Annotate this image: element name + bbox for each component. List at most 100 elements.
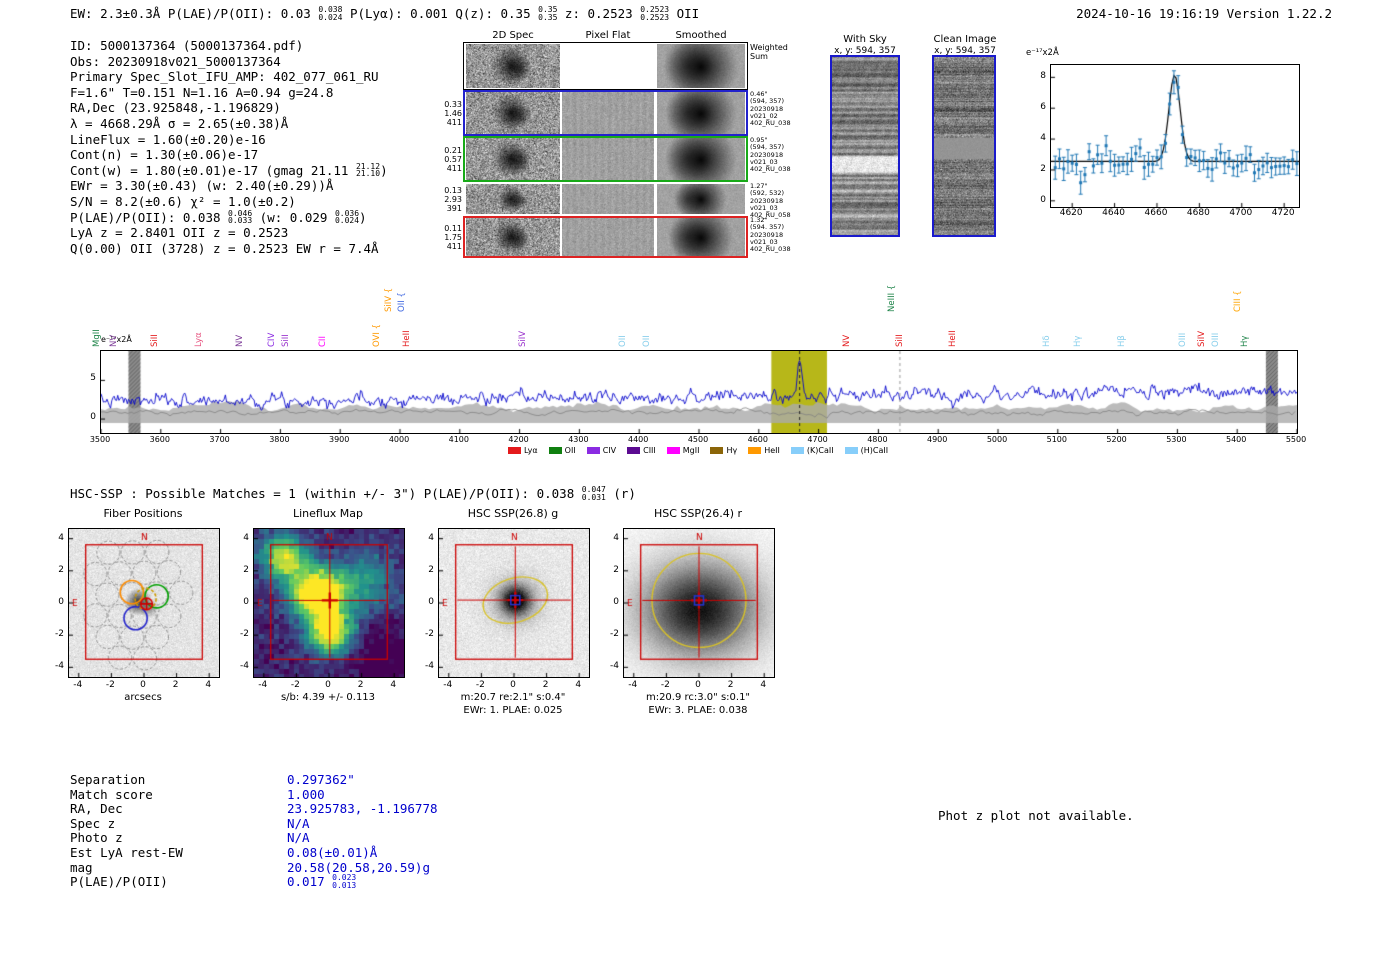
stacked-uncertainty: 0.0360.024	[335, 210, 359, 225]
spectrum-x-tick: 4500	[681, 435, 715, 444]
spectrum-x-tick: 5200	[1100, 435, 1134, 444]
cutout-x-tick: 2	[351, 680, 371, 690]
pixelflat-strip	[562, 184, 654, 214]
spec2d-row-info: 1.32"(594. 357)20230918v021_03402_RU_038	[750, 217, 806, 253]
cutout-x-tick: -2	[470, 680, 490, 690]
spectrum-x-tick: 4400	[621, 435, 655, 444]
fiber-positions-canvas	[69, 529, 219, 677]
hsc-g-canvas	[439, 529, 589, 677]
spectrum-x-tick: 3800	[262, 435, 296, 444]
pixelflat-strip	[562, 92, 654, 134]
match-field-label: P(LAE)/P(OII)	[70, 874, 168, 889]
fiber-caption: arcsecs	[68, 692, 218, 703]
cutout-title-hsc-g: HSC SSP(26.8) g	[438, 507, 588, 520]
cutout-y-tick: 4	[227, 533, 249, 543]
info-line: λ = 4668.29Å σ = 2.65(±0.38)Å	[70, 116, 388, 132]
match-field-value: 0.017 0.0230.013	[287, 874, 356, 890]
info-line: LineFlux = 1.60(±0.20)e-16	[70, 132, 388, 148]
legend-item: Lyα	[508, 446, 538, 455]
info-line: Primary Spec_Slot_IFU_AMP: 402_077_061_R…	[70, 69, 388, 85]
cutout-x-tick: 2	[536, 680, 556, 690]
cutout-x-tick: -2	[285, 680, 305, 690]
cutout-x-tick: 4	[753, 680, 773, 690]
elixer-report-page: EW: 2.3±0.3Å P(LAE)/P(OII): 0.03 0.0380.…	[0, 0, 1400, 953]
legend-item: (H)CaII	[845, 446, 888, 455]
cutout-x-tick: -4	[253, 680, 273, 690]
info-line: EWr = 3.30(±0.43) (w: 2.40(±0.29))Å	[70, 178, 388, 194]
cutout-title-lineflux-map: Lineflux Map	[253, 507, 403, 520]
spec2d-row-weights: 0.210.57411	[418, 146, 462, 173]
legend-label: Hγ	[726, 446, 737, 455]
info-line: P(LAE)/P(OII): 0.038 0.0460.033 (w: 0.02…	[70, 210, 388, 226]
legend-label: HeII	[764, 446, 780, 455]
legend-item: HeII	[748, 446, 780, 455]
spec2d-column-header: 2D Spec	[466, 30, 560, 41]
pixelflat-strip	[562, 138, 654, 180]
legend-label: (H)CaII	[861, 446, 888, 455]
spectrum-x-tick: 3600	[143, 435, 177, 444]
legend-swatch	[627, 447, 640, 454]
legend-label: CIII	[643, 446, 656, 455]
smoothed-strip	[657, 184, 745, 214]
info-line: RA,Dec (23.925848,-1.196829)	[70, 100, 388, 116]
cutout-x-tick: 0	[318, 680, 338, 690]
fiber-positions-cutout	[68, 528, 220, 678]
match-field-label: Photo z	[70, 830, 123, 845]
match-field-label: Est LyA rest-EW	[70, 845, 183, 860]
stacked-uncertainty: 0.25230.2523	[640, 6, 669, 21]
spectrum-legend: LyαOIICIVCIIIMgIIHγHeII(K)CaII(H)CaII	[100, 446, 1296, 455]
match-field-value: N/A	[287, 816, 310, 831]
legend-item: MgII	[667, 446, 700, 455]
cutout-x-tick: 0	[688, 680, 708, 690]
legend-swatch	[710, 447, 723, 454]
legend-swatch	[845, 447, 858, 454]
cutout-x-tick: 4	[568, 680, 588, 690]
pixelflat-strip	[562, 218, 654, 256]
zoom-y-tick: 2	[1022, 164, 1046, 174]
stacked-uncertainty: 0.0460.033	[228, 210, 252, 225]
legend-item: OII	[549, 446, 576, 455]
spec2d-strip	[466, 44, 560, 88]
spectrum-x-tick: 5300	[1159, 435, 1193, 444]
cutout-y-tick: -2	[597, 629, 619, 639]
cutout-y-tick: -4	[227, 661, 249, 671]
spectrum-x-tick: 5500	[1279, 435, 1313, 444]
legend-swatch	[748, 447, 761, 454]
smoothed-strip	[657, 92, 745, 134]
smoothed-strip	[657, 138, 745, 180]
hsc-r-canvas	[624, 529, 774, 677]
smoothed-strip	[657, 218, 745, 256]
info-line: Q(0.00) OII (3728) z = 0.2523 EW r = 7.4…	[70, 241, 388, 257]
legend-item: (K)CaII	[791, 446, 834, 455]
legend-swatch	[667, 447, 680, 454]
match-field-value: 0.08(±0.01)Å	[287, 845, 377, 860]
legend-item: Hγ	[710, 446, 737, 455]
spectrum-x-tick: 4900	[920, 435, 954, 444]
report-timestamp-version: 2024-10-16 19:16:19 Version 1.22.2	[1076, 6, 1332, 21]
cutout-x-tick: -4	[623, 680, 643, 690]
cutout-y-tick: 2	[597, 565, 619, 575]
spec2d-row-weights: 0.132.93391	[418, 186, 462, 213]
match-field-label: Separation	[70, 772, 145, 787]
cutout-y-tick: 4	[597, 533, 619, 543]
pixelflat-column-header: Pixel Flat	[562, 30, 654, 41]
match-field-label: Spec z	[70, 816, 115, 831]
stacked-uncertainty: 0.350.35	[538, 6, 557, 21]
line-fit-zoom-canvas	[1051, 65, 1299, 207]
info-line: ID: 5000137364 (5000137364.pdf)	[70, 38, 388, 54]
cutout-y-tick: -2	[412, 629, 434, 639]
cutout-title-fiber-positions: Fiber Positions	[68, 507, 218, 520]
spectrum-x-tick: 4300	[561, 435, 595, 444]
spectrum-y-tick: 5	[82, 373, 96, 383]
legend-label: Lyα	[524, 446, 538, 455]
stacked-uncertainty: 0.0470.031	[582, 486, 606, 501]
spectrum-y-tick: 0	[82, 412, 96, 422]
spec2d-row-info: 0.95"(594, 357)20230918v021_03402_RU_038	[750, 137, 806, 173]
stacked-uncertainty: 21.1221.10	[356, 163, 380, 178]
cutout-x-tick: 2	[166, 680, 186, 690]
zoom-x-tick: 4640	[1098, 208, 1130, 218]
spectrum-x-tick: 4800	[860, 435, 894, 444]
spec2d-row-weights: 0.111.75411	[418, 224, 462, 251]
stacked-uncertainty: 0.0380.024	[318, 6, 342, 21]
photz-note: Phot z plot not available.	[938, 808, 1134, 823]
